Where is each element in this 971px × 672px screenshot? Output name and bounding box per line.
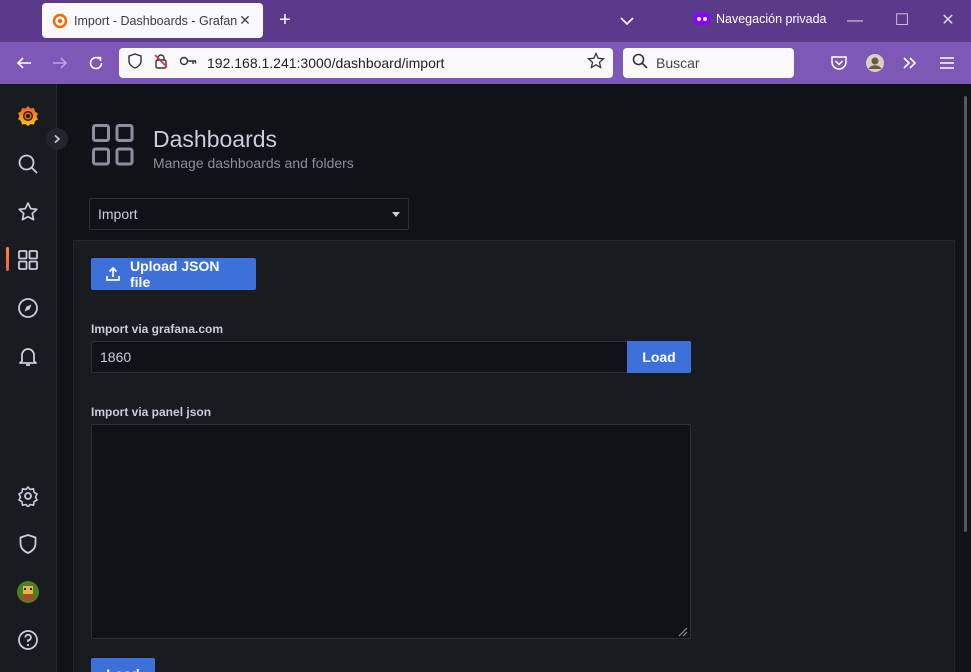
browser-tab-bar: Import - Dashboards - Grafana ✕ + Navega… [0, 0, 971, 42]
extension-avatar-icon[interactable] [865, 53, 885, 73]
star-icon[interactable] [16, 200, 40, 224]
upload-icon [105, 266, 121, 282]
browser-search-box[interactable]: Buscar [623, 48, 794, 78]
panel-json-load-button[interactable]: Load [91, 658, 155, 672]
tab-close-icon[interactable]: ✕ [237, 12, 253, 29]
search-icon[interactable] [16, 152, 40, 176]
caret-down-icon [392, 211, 400, 217]
private-browsing-indicator: Navegación privada [694, 11, 827, 27]
maximize-icon[interactable]: ☐ [893, 12, 911, 30]
browser-tab[interactable]: Import - Dashboards - Grafana ✕ [42, 3, 263, 38]
import-panel: Upload JSON file Import via grafana.com … [73, 240, 955, 672]
chevron-down-icon[interactable] [618, 12, 636, 30]
search-placeholder: Buscar [656, 55, 700, 71]
page-subtitle: Manage dashboards and folders [153, 155, 354, 171]
page-scrollbar[interactable] [964, 96, 967, 532]
page-nav-select-value: Import [98, 206, 138, 222]
explore-compass-icon[interactable] [16, 296, 40, 320]
bookmark-star-icon[interactable] [587, 51, 605, 75]
active-indicator [6, 247, 9, 271]
url-text: 192.168.1.241:3000/dashboard/import [207, 55, 445, 71]
browser-nav-bar: 192.168.1.241:3000/dashboard/import Busc… [0, 42, 971, 84]
minimize-icon[interactable]: — [846, 12, 864, 30]
pocket-icon[interactable] [829, 53, 849, 73]
url-bar[interactable]: 192.168.1.241:3000/dashboard/import [119, 48, 613, 78]
reload-icon[interactable] [86, 53, 106, 73]
overflow-chevrons-icon[interactable] [900, 53, 920, 73]
close-window-icon[interactable]: ✕ [939, 12, 957, 30]
new-tab-icon[interactable]: + [274, 9, 296, 31]
upload-json-button[interactable]: Upload JSON file [91, 258, 256, 290]
shield-tracking-icon[interactable] [127, 52, 143, 74]
grafana-favicon-icon [52, 13, 68, 29]
search-icon [632, 53, 648, 74]
grafana-logo-icon[interactable] [16, 104, 40, 128]
gear-icon[interactable] [16, 484, 40, 508]
key-icon[interactable] [179, 54, 197, 73]
grafana-app: Dashboards Manage dashboards and folders… [0, 84, 971, 672]
panel-json-textarea[interactable] [91, 424, 691, 639]
private-label: Navegación privada [716, 12, 827, 26]
insecure-connection-icon[interactable] [153, 53, 169, 74]
page-nav-select[interactable]: Import [89, 198, 409, 230]
gcom-id-input[interactable] [91, 341, 627, 373]
expand-menu-button[interactable] [46, 128, 68, 150]
dashboards-header-icon [92, 124, 134, 166]
dashboards-icon[interactable] [16, 248, 40, 272]
alerting-bell-icon[interactable] [16, 344, 40, 368]
shield-icon[interactable] [16, 532, 40, 556]
page-title: Dashboards [153, 126, 278, 152]
avatar[interactable] [16, 580, 40, 604]
help-icon[interactable] [16, 628, 40, 652]
hamburger-menu-icon[interactable] [937, 53, 957, 73]
upload-json-label: Upload JSON file [130, 258, 220, 290]
gcom-load-button[interactable]: Load [627, 341, 691, 373]
panel-json-label: Import via panel json [91, 405, 212, 419]
tab-title: Import - Dashboards - Grafana [74, 13, 237, 28]
forward-arrow-icon[interactable] [50, 53, 70, 73]
back-arrow-icon[interactable] [14, 53, 34, 73]
gcom-field-label: Import via grafana.com [91, 322, 224, 336]
private-mask-icon [694, 11, 710, 27]
resize-grip-icon[interactable] [676, 624, 688, 637]
side-menu [0, 84, 68, 672]
